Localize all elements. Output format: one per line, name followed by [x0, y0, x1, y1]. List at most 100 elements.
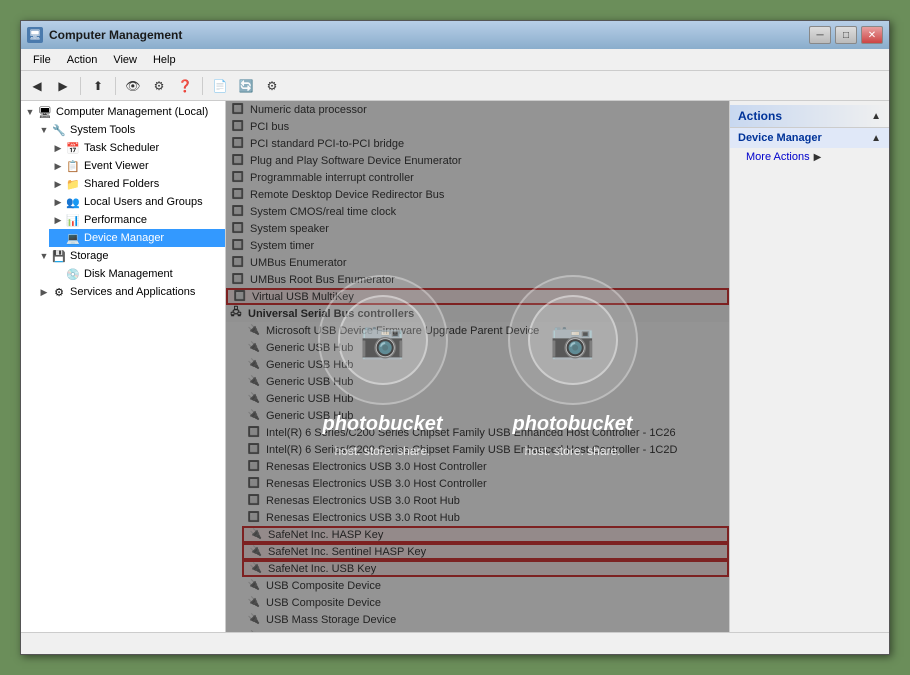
expander-system-tools[interactable]: ▼ [37, 123, 51, 137]
list-item[interactable]: 🔲 System timer [226, 237, 729, 254]
list-item-usb3-hc2[interactable]: 🔲 Renesas Electronics USB 3.0 Host Contr… [242, 475, 729, 492]
label-event-viewer: Event Viewer [84, 160, 149, 172]
more-button[interactable]: ⚙ [260, 75, 284, 97]
minimize-button[interactable]: ─ [809, 26, 831, 44]
menu-view[interactable]: View [105, 52, 145, 68]
list-item[interactable]: 🔲 Programmable interrupt controller [226, 169, 729, 186]
device-icon-storage: 🔌 [246, 612, 262, 628]
device-icon: 🔌 [246, 340, 262, 356]
list-item[interactable]: 🔌 Generic USB Hub [242, 356, 729, 373]
list-item[interactable]: 🔲 Plug and Play Software Device Enumerat… [226, 152, 729, 169]
list-item[interactable]: 🔲 UMBus Root Bus Enumerator [226, 271, 729, 288]
device-icon: 🔲 [230, 102, 246, 118]
list-item[interactable]: 🔲 Intel(R) 6 Series/C200 Series Chipset … [242, 441, 729, 458]
device-icon: 🔲 [230, 187, 246, 203]
maximize-button[interactable]: □ [835, 26, 857, 44]
list-item[interactable]: 🔲 Intel(R) 6 Series/C200 Series Chipset … [242, 424, 729, 441]
tree-item-services[interactable]: ▶ ⚙ Services and Applications [35, 283, 225, 301]
list-item[interactable]: 🔲 PCI standard PCI-to-PCI bridge [226, 135, 729, 152]
expander-shared-folders[interactable]: ▶ [51, 177, 65, 191]
device-icon-safenet-usb: 🔌 [248, 561, 264, 577]
close-button[interactable]: ✕ [861, 26, 883, 44]
toolbar: ◀ ▶ ⬆ 👁 ⚙ ❓ 📄 🔄 ⚙ [21, 71, 889, 101]
label-local-users: Local Users and Groups [84, 196, 203, 208]
list-item[interactable]: 🔌 USB Composite Device [242, 577, 729, 594]
device-label: PCI bus [250, 121, 289, 133]
device-label-storage: USB Mass Storage Device [266, 614, 396, 626]
tree-item-task-scheduler[interactable]: ▶ 📅 Task Scheduler [49, 139, 225, 157]
actions-device-manager[interactable]: Device Manager ▲ [730, 128, 889, 148]
device-label-safenet-sentinel: SafeNet Inc. Sentinel HASP Key [268, 546, 426, 558]
tree-item-root[interactable]: ▼ 🖥 Computer Management (Local) [21, 103, 225, 121]
list-item[interactable]: 🔲 Numeric data processor [226, 101, 729, 118]
tree-item-system-tools[interactable]: ▼ 🔧 System Tools [35, 121, 225, 139]
actions-header[interactable]: Actions ▲ [730, 105, 889, 128]
tree-item-performance[interactable]: ▶ 📊 Performance [49, 211, 225, 229]
expander-device-manager[interactable] [51, 231, 65, 245]
properties-button[interactable]: ⚙ [147, 75, 171, 97]
help-button[interactable]: ❓ [173, 75, 197, 97]
list-item[interactable]: 🔲 UMBus Enumerator [226, 254, 729, 271]
back-button[interactable]: ◀ [25, 75, 49, 97]
tree-item-device-manager[interactable]: 💻 Device Manager [49, 229, 225, 247]
expander-storage[interactable]: ▼ [37, 249, 51, 263]
menu-help[interactable]: Help [145, 52, 184, 68]
expander-disk-mgmt[interactable] [51, 267, 65, 281]
list-item[interactable]: 🔌 Microsoft USB Device Firmware Upgrade … [242, 322, 729, 339]
refresh-button[interactable]: 🔄 [234, 75, 258, 97]
list-item-usb3-rh2[interactable]: 🔲 Renesas Electronics USB 3.0 Root Hub [242, 509, 729, 526]
list-item-safenet-hasp[interactable]: 🔌 SafeNet Inc. HASP Key [242, 526, 729, 543]
list-item[interactable]: 🔲 System CMOS/real time clock [226, 203, 729, 220]
label-storage: Storage [70, 250, 109, 262]
tree-item-local-users[interactable]: ▶ 👥 Local Users and Groups [49, 193, 225, 211]
export-button[interactable]: 📄 [208, 75, 232, 97]
device-icon: 🔲 [230, 204, 246, 220]
list-item[interactable]: 🔌 Generic USB Hub [242, 390, 729, 407]
device-label-virtual-usb: Virtual USB MultiKey [252, 291, 354, 303]
list-item-storage-device[interactable]: 🔌 USB Mass Storage Device [242, 611, 729, 628]
list-item-safenet-usb[interactable]: 🔌 SafeNet Inc. USB Key [242, 560, 729, 577]
forward-button[interactable]: ▶ [51, 75, 75, 97]
device-label: PCI standard PCI-to-PCI bridge [250, 138, 404, 150]
icon-root: 🖥 [37, 104, 53, 120]
device-icon: 🔌 [246, 408, 262, 424]
tree-item-event-viewer[interactable]: ▶ 📋 Event Viewer [49, 157, 225, 175]
expander-local-users[interactable]: ▶ [51, 195, 65, 209]
tree-item-disk-mgmt[interactable]: 💿 Disk Management [49, 265, 225, 283]
menu-action[interactable]: Action [59, 52, 106, 68]
titlebar: 🖥 Computer Management ─ □ ✕ [21, 21, 889, 49]
icon-system-tools: 🔧 [51, 122, 67, 138]
list-item-usb-group[interactable]: 🖧 Universal Serial Bus controllers [226, 305, 729, 322]
list-item[interactable]: 🔌 Generic USB Hub [242, 339, 729, 356]
list-item[interactable]: 🔲 System speaker [226, 220, 729, 237]
expander-task-scheduler[interactable]: ▶ [51, 141, 65, 155]
device-label: System speaker [250, 223, 329, 235]
list-item[interactable]: 🔌 USB Composite Device [242, 594, 729, 611]
list-item-virtual-usb[interactable]: 🔲 Virtual USB MultiKey [226, 288, 729, 305]
expander-performance[interactable]: ▶ [51, 213, 65, 227]
device-label: System CMOS/real time clock [250, 206, 396, 218]
label-device-manager: Device Manager [84, 232, 164, 244]
list-item[interactable]: 🔌 USB Root Hub [242, 628, 729, 632]
actions-more-label: More Actions [746, 151, 810, 163]
tree-item-storage[interactable]: ▼ 💾 Storage [35, 247, 225, 265]
device-icon: 🔲 [246, 510, 262, 526]
list-item-usb3-hc1[interactable]: 🔲 Renesas Electronics USB 3.0 Host Contr… [242, 458, 729, 475]
show-hide-button[interactable]: 👁 [121, 75, 145, 97]
list-item[interactable]: 🔌 Generic USB Hub [242, 407, 729, 424]
list-item-safenet-sentinel[interactable]: 🔌 SafeNet Inc. Sentinel HASP Key [242, 543, 729, 560]
up-button[interactable]: ⬆ [86, 75, 110, 97]
device-icon: 🔲 [230, 136, 246, 152]
expander-event-viewer[interactable]: ▶ [51, 159, 65, 173]
expander-root[interactable]: ▼ [23, 105, 37, 119]
menu-file[interactable]: File [25, 52, 59, 68]
actions-more-actions[interactable]: More Actions ▶ [730, 148, 889, 166]
expander-services[interactable]: ▶ [37, 285, 51, 299]
list-item-usb3-rh1[interactable]: 🔲 Renesas Electronics USB 3.0 Root Hub [242, 492, 729, 509]
tree-item-shared-folders[interactable]: ▶ 📁 Shared Folders [49, 175, 225, 193]
list-item[interactable]: 🔌 Generic USB Hub [242, 373, 729, 390]
device-icon-safenet-hasp: 🔌 [248, 527, 264, 543]
icon-performance: 📊 [65, 212, 81, 228]
list-item[interactable]: 🔲 Remote Desktop Device Redirector Bus [226, 186, 729, 203]
list-item[interactable]: 🔲 PCI bus [226, 118, 729, 135]
